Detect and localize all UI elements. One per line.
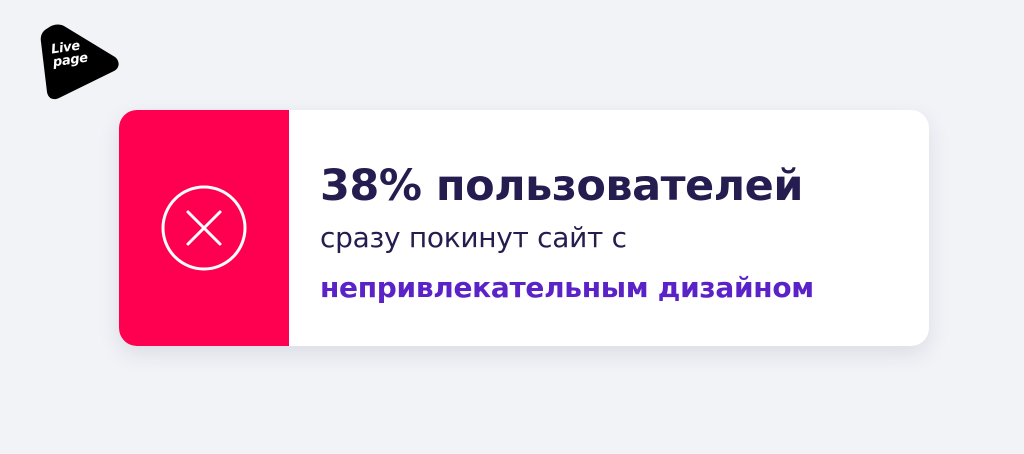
logo-text: Live page xyxy=(50,39,89,71)
statistic-card: 38% пользователей сразу покинут сайт с н… xyxy=(119,110,929,346)
accent-panel xyxy=(119,110,289,346)
logo: Live page xyxy=(38,22,120,100)
emphasis-text: непривлекательным дизайном xyxy=(320,271,814,304)
text-block: 38% пользователей сразу покинут сайт с н… xyxy=(320,160,910,308)
close-circle-icon xyxy=(161,185,247,271)
headline: 38% пользователей xyxy=(320,161,803,211)
subline: сразу покинут сайт с xyxy=(320,221,627,254)
